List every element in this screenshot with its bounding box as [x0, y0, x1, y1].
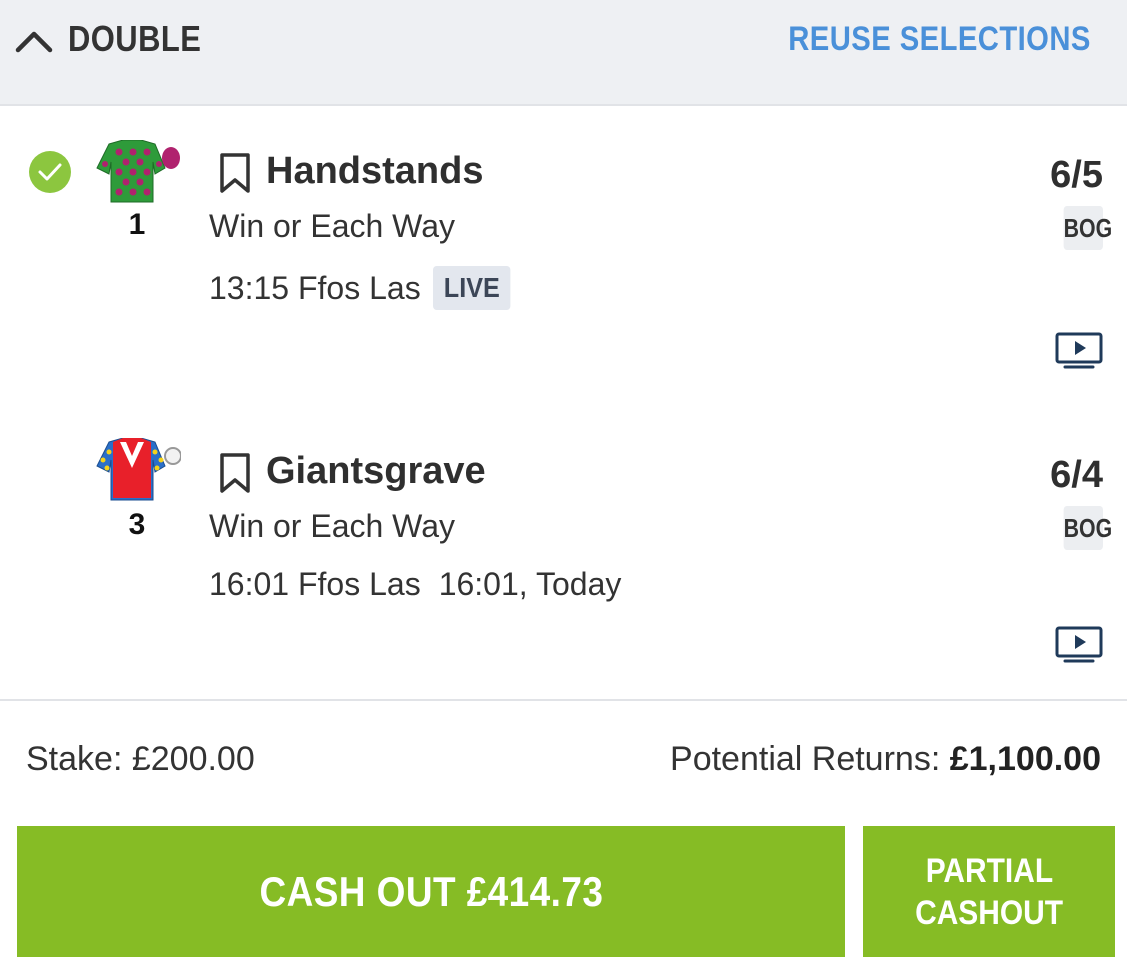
race-info: 13:15 Ffos Las LIVE [209, 266, 519, 310]
horse-name: Giantsgrave [266, 450, 486, 492]
divider [0, 699, 1127, 701]
chevron-up-icon[interactable] [14, 26, 54, 56]
stake-value: £200.00 [131, 740, 255, 778]
market-label: Win or Each Way [209, 508, 455, 544]
potential-returns: Potential Returns: £1,100.00 [670, 740, 1101, 779]
odds-value: 6/5 [1050, 154, 1103, 196]
partial-cashout-label-line2: CASHOUT [915, 893, 1063, 932]
partial-cashout-button[interactable]: PARTIAL CASHOUT [863, 826, 1115, 957]
selection-row: 1 Handstands Win or Each Way 13:15 Ffos … [0, 106, 1127, 406]
race-time-venue: 13:15 Ffos Las [209, 269, 421, 306]
jockey-silks-icon [96, 438, 181, 501]
bookmark-icon[interactable] [218, 452, 252, 494]
bet-header: DOUBLE REUSE SELECTIONS [0, 0, 1127, 106]
bookmark-icon[interactable] [218, 152, 252, 194]
live-badge: LIVE [432, 266, 511, 310]
race-time-venue: 16:01 Ffos Las [209, 566, 421, 602]
selection-row: 3 Giantsgrave Win or Each Way 16:01 Ffos… [0, 406, 1127, 706]
runner-number: 1 [128, 208, 146, 241]
horse-name: Handstands [266, 150, 484, 192]
market-label: Win or Each Way [209, 208, 455, 244]
cash-out-button[interactable]: CASH OUT £414.73 [17, 826, 845, 957]
runner-number: 3 [128, 508, 146, 541]
returns-label: Potential Returns: [670, 740, 941, 778]
bog-badge: BOG [1063, 206, 1112, 250]
bog-badge: BOG [1063, 506, 1112, 550]
reuse-selections-link[interactable]: REUSE SELECTIONS [788, 20, 1091, 59]
returns-value: £1,100.00 [949, 740, 1101, 778]
odds-value: 6/4 [1050, 454, 1103, 496]
bet-type-title: DOUBLE [68, 18, 202, 59]
race-start-time: 16:01, Today [438, 566, 622, 602]
tv-stream-icon[interactable] [1055, 332, 1103, 370]
check-circle-icon [29, 151, 71, 193]
stake-label: Stake: [26, 740, 123, 778]
partial-cashout-label-line1: PARTIAL [925, 851, 1053, 890]
jockey-silks-icon [96, 140, 180, 203]
tv-stream-icon[interactable] [1055, 626, 1103, 664]
race-info: 16:01 Ffos Las 16:01, Today [209, 566, 621, 603]
cash-out-label: CASH OUT £414.73 [259, 867, 603, 915]
stake-summary: Stake: £200.00 [26, 740, 255, 779]
